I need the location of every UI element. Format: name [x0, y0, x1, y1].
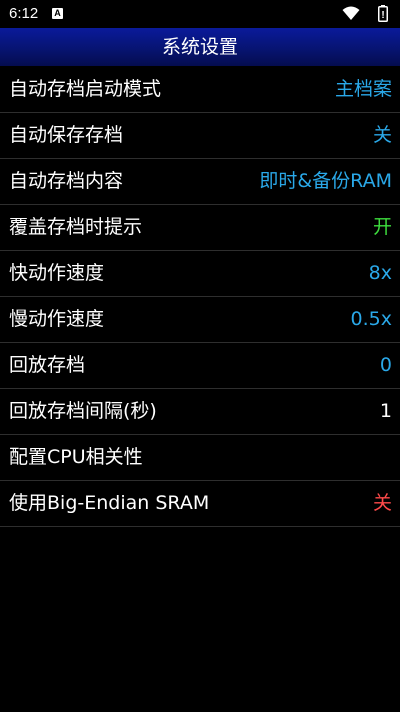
setting-row-auto-save[interactable]: 自动保存存档 关 [0, 113, 400, 159]
setting-row-auto-save-start-mode[interactable]: 自动存档启动模式 主档案 [0, 67, 400, 113]
setting-row-rewind-interval[interactable]: 回放存档间隔(秒) 1 [0, 389, 400, 435]
setting-value: 1 [379, 400, 392, 422]
setting-row-auto-save-content[interactable]: 自动存档内容 即时&备份RAM [0, 159, 400, 205]
setting-row-rewind-saves[interactable]: 回放存档 0 [0, 343, 400, 389]
status-bar: 6:12 A ! [0, 0, 400, 28]
a-notification-icon: A [52, 8, 63, 19]
setting-value: 主档案 [334, 78, 392, 100]
page-title: 系统设置 [161, 36, 238, 58]
settings-list: 自动存档启动模式 主档案 自动保存存档 关 自动存档内容 即时&备份RAM 覆盖… [0, 67, 400, 527]
setting-label: 快动作速度 [9, 262, 105, 284]
setting-label: 自动存档内容 [9, 170, 124, 192]
wifi-icon [342, 6, 360, 20]
setting-label: 回放存档 [9, 354, 86, 376]
setting-value: 0 [379, 354, 392, 376]
battery-icon: ! [378, 5, 388, 22]
setting-label: 慢动作速度 [9, 308, 105, 330]
svg-text:!: ! [381, 10, 384, 21]
setting-label: 配置CPU相关性 [9, 446, 143, 468]
setting-label: 自动保存存档 [9, 124, 124, 146]
setting-value: 即时&备份RAM [259, 170, 392, 192]
setting-row-fast-forward-speed[interactable]: 快动作速度 8x [0, 251, 400, 297]
setting-row-slow-motion-speed[interactable]: 慢动作速度 0.5x [0, 297, 400, 343]
setting-label: 自动存档启动模式 [9, 78, 162, 100]
title-bar: 系统设置 [0, 28, 400, 66]
status-time: 6:12 [9, 5, 39, 22]
setting-value: 关 [372, 492, 392, 514]
setting-value: 0.5x [350, 308, 392, 330]
setting-row-cpu-affinity[interactable]: 配置CPU相关性 [0, 435, 400, 481]
setting-value: 关 [372, 124, 392, 146]
setting-label: 回放存档间隔(秒) [9, 400, 157, 422]
setting-value: 8x [368, 262, 392, 284]
setting-value: 开 [372, 216, 392, 238]
setting-label: 使用Big-Endian SRAM [9, 492, 210, 514]
setting-row-big-endian-sram[interactable]: 使用Big-Endian SRAM 关 [0, 481, 400, 527]
setting-label: 覆盖存档时提示 [9, 216, 143, 238]
setting-row-overwrite-prompt[interactable]: 覆盖存档时提示 开 [0, 205, 400, 251]
